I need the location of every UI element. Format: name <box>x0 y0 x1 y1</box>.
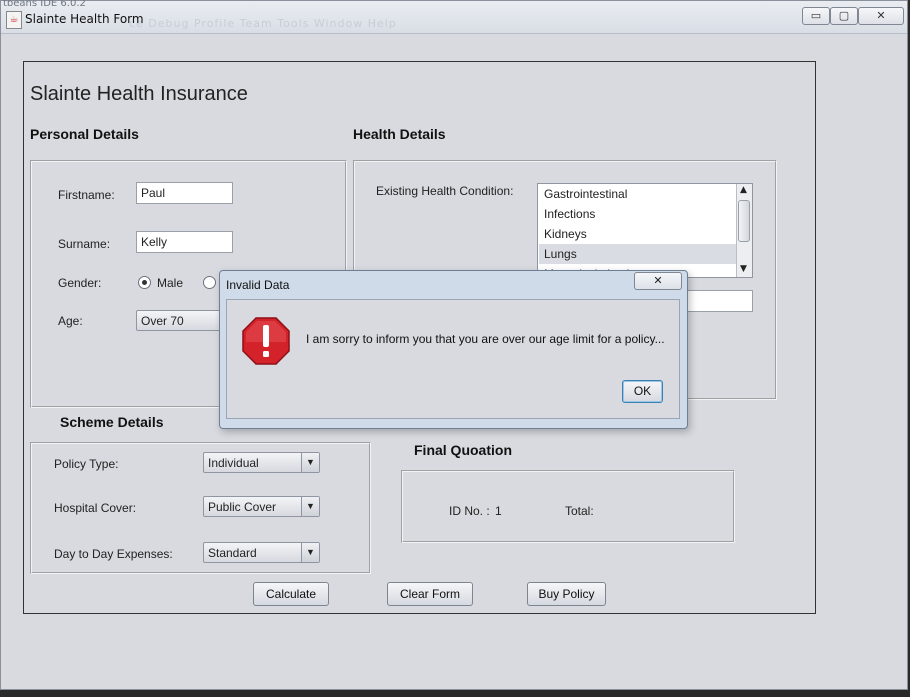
chevron-down-icon: ▼ <box>301 497 319 516</box>
clear-form-button[interactable]: Clear Form <box>387 582 473 606</box>
firstname-field[interactable]: Paul <box>136 182 233 204</box>
error-icon <box>242 317 290 365</box>
list-item-selected[interactable]: Lungs <box>539 244 738 264</box>
hospital-cover-label: Hospital Cover: <box>54 501 137 515</box>
gender-label: Gender: <box>58 276 102 290</box>
scroll-thumb[interactable] <box>738 200 750 242</box>
scheme-details-title: Scheme Details <box>60 414 164 430</box>
age-label: Age: <box>58 314 83 328</box>
health-condition-label: Existing Health Condition: <box>376 184 514 198</box>
surname-field[interactable]: Kelly <box>136 231 233 253</box>
invalid-data-dialog[interactable]: Invalid Data ✕ I am sorry to inform you … <box>219 270 688 429</box>
hospital-cover-dropdown[interactable]: Public Cover ▼ <box>203 496 320 517</box>
form-heading: Slainte Health Insurance <box>30 83 248 105</box>
final-quotation-title: Final Quoation <box>414 442 512 458</box>
dialog-message: I am sorry to inform you that you are ov… <box>306 332 665 346</box>
chevron-down-icon: ▼ <box>301 543 319 562</box>
hospital-cover-value: Public Cover <box>208 500 277 514</box>
health-details-title: Health Details <box>353 126 446 142</box>
list-item[interactable]: Kidneys <box>539 224 738 244</box>
list-scrollbar[interactable]: ▲ ▼ <box>736 184 752 277</box>
minimize-button[interactable]: ▭ <box>802 7 830 25</box>
title-bar[interactable]: tbeans IDE 6.0.2 ce Debug Profile Team T… <box>1 0 907 34</box>
chevron-down-icon: ▼ <box>301 453 319 472</box>
dialog-close-button[interactable]: ✕ <box>634 272 682 290</box>
ok-button[interactable]: OK <box>622 380 663 403</box>
age-value: Over 70 <box>141 314 184 328</box>
dialog-body: I am sorry to inform you that you are ov… <box>226 299 680 419</box>
policy-type-label: Policy Type: <box>54 457 119 471</box>
health-text-field[interactable] <box>687 290 753 312</box>
list-item[interactable]: Infections <box>539 204 738 224</box>
java-app-icon: ☕ <box>6 11 22 29</box>
expenses-label: Day to Day Expenses: <box>54 547 173 561</box>
background-ide-title: tbeans IDE 6.0.2 <box>3 0 86 9</box>
expenses-value: Standard <box>208 546 257 560</box>
health-condition-list[interactable]: Gastrointestinal Infections Kidneys Lung… <box>537 183 753 278</box>
policy-type-value: Individual <box>208 456 259 470</box>
id-label: ID No. : <box>449 504 490 518</box>
id-value: 1 <box>495 504 502 518</box>
maximize-button[interactable]: ▢ <box>830 7 858 25</box>
window-title: Slainte Health Form <box>25 12 144 26</box>
total-label: Total: <box>565 504 594 518</box>
surname-label: Surname: <box>58 237 111 251</box>
maximize-icon: ▢ <box>838 9 850 22</box>
gender-female-radio[interactable] <box>203 276 216 289</box>
expenses-dropdown[interactable]: Standard ▼ <box>203 542 320 563</box>
close-button[interactable]: ✕ <box>858 7 904 25</box>
list-item[interactable]: Gastrointestinal <box>539 184 738 204</box>
policy-type-dropdown[interactable]: Individual ▼ <box>203 452 320 473</box>
buy-policy-button[interactable]: Buy Policy <box>527 582 606 606</box>
close-icon: ✕ <box>876 9 886 22</box>
personal-details-title: Personal Details <box>30 126 139 142</box>
gender-male-radio[interactable] <box>138 276 151 289</box>
firstname-label: Firstname: <box>58 188 115 202</box>
calculate-button[interactable]: Calculate <box>253 582 329 606</box>
scroll-down-icon[interactable]: ▼ <box>740 264 747 274</box>
background-ide-menu: ce Debug Profile Team Tools Window Help <box>129 17 397 30</box>
minimize-icon: ▭ <box>810 9 822 22</box>
scroll-up-icon[interactable]: ▲ <box>740 185 747 195</box>
dialog-title: Invalid Data <box>226 278 290 292</box>
close-icon: ✕ <box>653 274 663 287</box>
gender-male-label: Male <box>157 276 184 290</box>
